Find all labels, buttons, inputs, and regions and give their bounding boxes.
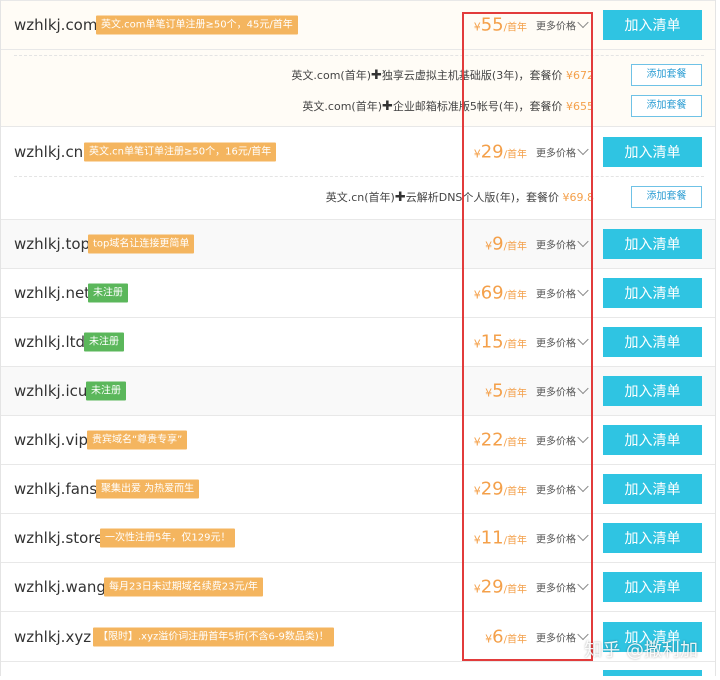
more-prices-toggle[interactable]: 更多价格: [536, 628, 589, 644]
status-badge: 未注册: [88, 283, 128, 303]
domain-name: wzhlkj.com: [14, 16, 98, 34]
more-prices-toggle[interactable]: 更多价格: [536, 333, 589, 350]
more-prices-toggle[interactable]: 更多价格: [536, 16, 589, 33]
domain-row-icu: wzhlkj.icu 未注册 ¥5/首年 更多价格 加入清单: [1, 367, 715, 416]
chevron-down-icon: [577, 143, 589, 155]
status-badge: 未注册: [84, 332, 124, 352]
package-row: 英文.com(首年)✚企业邮箱标准版5帐号(年)，套餐价 ¥655 添加套餐: [1, 91, 717, 121]
domain-row-fans: wzhlkj.fans 聚集出爱 为热爱而生 ¥29/首年 更多价格 加入清单: [1, 465, 715, 514]
add-to-cart-button[interactable]: 加入清单: [603, 376, 702, 406]
promo-badge: top域名让连接更简单: [88, 234, 195, 254]
price: ¥9/首年: [485, 233, 527, 255]
domain-result-list: wzhlkj.com 英文.com单笔订单注册≥50个，45元/首年 ¥55/首…: [0, 0, 716, 676]
add-to-cart-button[interactable]: 加入清单: [603, 327, 702, 357]
add-to-cart-button[interactable]: 加入清单: [603, 136, 702, 167]
domain-name: wzhlkj.wang: [14, 578, 106, 596]
chevron-down-icon: [577, 529, 589, 542]
price: ¥5/首年: [485, 380, 527, 402]
domain-name: wzhlkj.fans: [14, 480, 98, 498]
chevron-down-icon: [577, 480, 589, 493]
add-to-cart-button[interactable]: 加入清单: [603, 474, 702, 504]
more-prices-toggle[interactable]: 更多价格: [536, 235, 589, 252]
package-group-com: 英文.com(首年)✚独享云虚拟主机基础版(3年)，套餐价 ¥672 添加套餐 …: [1, 50, 715, 127]
more-prices-toggle[interactable]: 更多价格: [536, 143, 589, 159]
price: ¥15/首年: [473, 331, 527, 353]
domain-name: wzhlkj.top: [14, 235, 91, 253]
add-to-cart-button[interactable]: 加入清单: [603, 10, 702, 40]
price: ¥55/首年: [473, 14, 527, 36]
add-to-cart-button[interactable]: 加入清单: [603, 229, 702, 259]
price: ¥29/首年: [473, 478, 527, 500]
price: ¥29/首年: [473, 141, 527, 162]
domain-name: wzhlkj.icu: [14, 382, 88, 400]
status-badge: 未注册: [86, 381, 126, 401]
chevron-down-icon: [577, 235, 589, 248]
domain-row-partial: [1, 662, 715, 676]
add-to-cart-button[interactable]: 加入清单: [603, 523, 702, 553]
more-prices-toggle[interactable]: 更多价格: [536, 284, 589, 301]
add-to-cart-button[interactable]: 加入清单: [603, 278, 702, 308]
add-package-button[interactable]: 添加套餐: [631, 186, 702, 208]
more-prices-toggle[interactable]: 更多价格: [536, 480, 589, 497]
promo-badge: 聚集出爱 为热爱而生: [96, 479, 200, 499]
add-package-button[interactable]: 添加套餐: [631, 95, 702, 117]
domain-name: wzhlkj.cn: [14, 142, 84, 161]
domain-row-vip: wzhlkj.vip 贵宾域名“尊贵专享” ¥22/首年 更多价格 加入清单: [1, 416, 715, 465]
price: ¥29/首年: [473, 576, 527, 598]
domain-row-top: wzhlkj.top top域名让连接更简单 ¥9/首年 更多价格 加入清单: [1, 220, 715, 269]
price: ¥11/首年: [473, 527, 527, 549]
domain-row-wang: wzhlkj.wang 每月23日未过期域名续费23元/年 ¥29/首年 更多价…: [1, 563, 715, 612]
package-description: 英文.com(首年)✚企业邮箱标准版5帐号(年)，套餐价 ¥655: [302, 99, 594, 114]
more-prices-toggle[interactable]: 更多价格: [536, 382, 589, 399]
package-description: 英文.com(首年)✚独享云虚拟主机基础版(3年)，套餐价 ¥672: [291, 68, 594, 83]
watermark: 知乎 @撒利加: [584, 640, 698, 661]
more-prices-toggle[interactable]: 更多价格: [536, 529, 589, 546]
chevron-down-icon: [577, 431, 589, 444]
package-row: 英文.cn(首年)✚云解析DNS个人版(年)，套餐价 ¥69.8 添加套餐: [1, 182, 717, 212]
domain-name: wzhlkj.ltd: [14, 333, 86, 351]
domain-name: wzhlkj.xyz: [14, 627, 92, 646]
package-description: 英文.cn(首年)✚云解析DNS个人版(年)，套餐价 ¥69.8: [325, 190, 594, 205]
add-to-cart-button[interactable]: 加入清单: [603, 572, 702, 602]
domain-row-cn: wzhlkj.cn 英文.cn单笔订单注册≥50个，16元/首年 ¥29/首年 …: [1, 127, 715, 176]
promo-badge: 贵宾域名“尊贵专享”: [87, 430, 188, 450]
promo-badge: 英文.cn单笔订单注册≥50个，16元/首年: [84, 142, 277, 161]
domain-row-net: wzhlkj.net 未注册 ¥69/首年 更多价格 加入清单: [1, 269, 715, 318]
promo-badge: 【限时】.xyz溢价词注册首年5折(不含6-9数品类)！: [93, 627, 334, 646]
more-prices-toggle[interactable]: 更多价格: [536, 431, 589, 448]
promo-badge: 一次性注册5年，仅129元！: [100, 528, 236, 548]
add-package-button[interactable]: 添加套餐: [631, 64, 702, 86]
chevron-down-icon: [577, 284, 589, 297]
domain-name: wzhlkj.store: [14, 529, 104, 547]
chevron-down-icon: [577, 382, 589, 395]
chevron-down-icon: [577, 16, 589, 29]
promo-badge: 英文.com单笔订单注册≥50个，45元/首年: [96, 15, 298, 35]
domain-row-com: wzhlkj.com 英文.com单笔订单注册≥50个，45元/首年 ¥55/首…: [1, 0, 715, 50]
price: ¥22/首年: [473, 429, 527, 451]
add-to-cart-button[interactable]: 加入清单: [603, 425, 702, 455]
chevron-down-icon: [577, 333, 589, 346]
price: ¥69/首年: [473, 282, 527, 304]
price: ¥6/首年: [485, 626, 527, 647]
domain-name: wzhlkj.vip: [14, 431, 89, 449]
domain-name: wzhlkj.net: [14, 284, 91, 302]
domain-row-store: wzhlkj.store 一次性注册5年，仅129元！ ¥11/首年 更多价格 …: [1, 514, 715, 563]
promo-badge: 每月23日未过期域名续费23元/年: [104, 577, 263, 597]
domain-row-ltd: wzhlkj.ltd 未注册 ¥15/首年 更多价格 加入清单: [1, 318, 715, 367]
chevron-down-icon: [577, 578, 589, 591]
package-group-cn: 英文.cn(首年)✚云解析DNS个人版(年)，套餐价 ¥69.8 添加套餐: [1, 176, 715, 220]
more-prices-toggle[interactable]: 更多价格: [536, 578, 589, 595]
package-row: 英文.com(首年)✚独享云虚拟主机基础版(3年)，套餐价 ¥672 添加套餐: [1, 60, 717, 90]
